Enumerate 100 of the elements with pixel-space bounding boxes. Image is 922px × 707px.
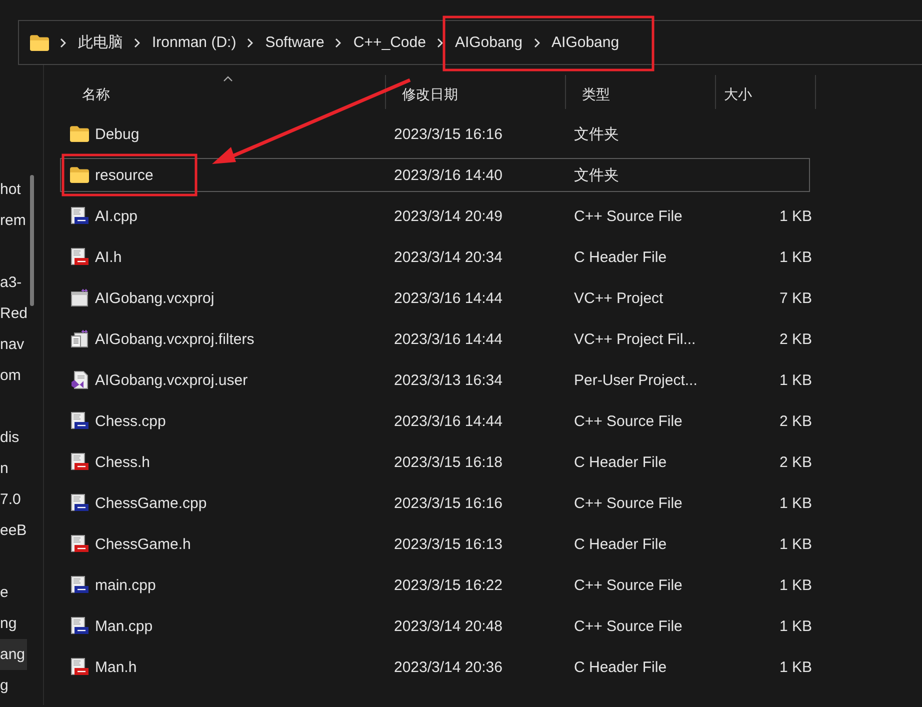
cpp-file-icon	[70, 617, 89, 635]
breadcrumb[interactable]: 此电脑	[78, 33, 123, 52]
sidebar-item[interactable]: eeB	[0, 515, 29, 546]
user-file-icon	[70, 371, 89, 389]
address-bar[interactable]: 此电脑 Ironman (D:) Software C++_Code AIGobang AIGobang	[18, 20, 922, 65]
cpp-file-icon	[70, 576, 89, 594]
file-row[interactable]: Chess.h 2023/3/15 16:18 C Header File 2 KB	[60, 445, 810, 479]
sidebar-item[interactable]: rem	[0, 205, 28, 236]
file-name: AI.h	[95, 248, 122, 266]
file-name: ChessGame.h	[95, 536, 191, 552]
breadcrumb[interactable]: Software	[265, 34, 324, 51]
header-file-icon	[70, 535, 89, 553]
column-header[interactable]: 大小	[716, 75, 816, 109]
chevron-icon[interactable]	[436, 38, 443, 48]
column-header[interactable]: 名称	[60, 75, 386, 109]
folder-icon	[30, 34, 49, 50]
modified-date: 2023/3/15 16:16	[393, 126, 504, 142]
file-row[interactable]: ChessGame.h 2023/3/15 16:13 C Header File 1 KB	[60, 527, 810, 561]
folder-icon	[70, 166, 89, 184]
chevron-icon[interactable]	[60, 38, 66, 48]
file-type: C++ Source File	[573, 576, 684, 594]
file-row[interactable]: AIGobang.vcxproj.user 2023/3/13 16:34 Per-User Project... 1 KB	[60, 363, 810, 397]
file-row[interactable]: AIGobang.vcxproj.filters 2023/3/16 14:44 VC++ Project Fil... 2 KB	[60, 322, 810, 356]
cpp-file-icon	[70, 207, 89, 225]
sidebar-item[interactable]: om	[0, 360, 23, 391]
header-file-icon	[70, 453, 89, 471]
file-type: VC++ Project Fil...	[573, 330, 697, 348]
file-type: C++ Source File	[573, 412, 684, 430]
sidebar-item[interactable]: ng	[0, 608, 22, 639]
file-type: VC++ Project	[573, 290, 664, 306]
modified-date: 2023/3/15 16:16	[393, 494, 504, 512]
file-type: C Header File	[573, 536, 668, 552]
file-size: 1 KB	[779, 248, 812, 266]
file-size: 2 KB	[779, 330, 812, 348]
chevron-icon[interactable]	[335, 38, 342, 48]
file-name: AIGobang.vcxproj.filters	[95, 330, 254, 348]
file-size: 1 KB	[779, 618, 812, 634]
file-size: 2 KB	[779, 412, 812, 430]
file-size: 1 KB	[779, 208, 812, 224]
breadcrumb[interactable]: C++_Code	[353, 34, 426, 51]
sidebar-item[interactable]: dis	[0, 422, 22, 453]
sidebar-item[interactable]: nav	[0, 329, 26, 360]
modified-date: 2023/3/16 14:40	[393, 166, 504, 184]
folder-icon	[70, 125, 89, 143]
cpp-file-icon	[70, 494, 89, 512]
scrollbar[interactable]	[30, 175, 34, 306]
modified-date: 2023/3/14 20:49	[393, 208, 504, 224]
sidebar-item[interactable]: 7.0	[0, 484, 23, 515]
file-name: Chess.cpp	[95, 412, 166, 430]
file-name: Man.h	[95, 658, 137, 676]
breadcrumb[interactable]: Ironman (D:)	[152, 34, 236, 51]
modified-date: 2023/3/14 20:48	[393, 618, 504, 634]
column-header[interactable]: 类型	[566, 75, 716, 109]
file-size: 1 KB	[779, 576, 812, 594]
file-type: 文件夹	[573, 166, 620, 184]
file-size: 1 KB	[779, 494, 812, 512]
file-row[interactable]: Debug 2023/3/15 16:16 文件夹	[60, 117, 810, 151]
file-type: C++ Source File	[573, 494, 684, 512]
modified-date: 2023/3/14 20:34	[393, 248, 504, 266]
sidebar-item[interactable]: g	[0, 670, 22, 701]
file-row[interactable]: Man.h 2023/3/14 20:36 C Header File 1 KB	[60, 650, 810, 684]
file-name: Chess.h	[95, 454, 150, 470]
file-size: 7 KB	[779, 290, 812, 306]
file-name: Debug	[95, 126, 140, 142]
sidebar-item[interactable]: a3-	[0, 267, 24, 298]
file-size: 1 KB	[779, 658, 812, 676]
file-row[interactable]: AIGobang.vcxproj 2023/3/16 14:44 VC++ Project 7 KB	[60, 281, 810, 315]
file-row[interactable]: ChessGame.cpp 2023/3/15 16:16 C++ Source File 1 KB	[60, 486, 810, 520]
sidebar-item[interactable]: Red	[0, 298, 30, 329]
file-name: main.cpp	[95, 576, 156, 594]
modified-date: 2023/3/15 16:13	[393, 536, 504, 552]
file-row[interactable]: Man.cpp 2023/3/14 20:48 C++ Source File 1 KB	[60, 609, 810, 643]
column-header[interactable]: 修改日期	[386, 75, 566, 109]
sidebar-item[interactable]: n	[0, 453, 22, 484]
file-row[interactable]: resource 2023/3/16 14:40 文件夹	[60, 158, 810, 192]
sort-caret-icon[interactable]	[222, 76, 232, 82]
breadcrumb[interactable]: AIGobang	[454, 34, 523, 51]
modified-date: 2023/3/15 16:22	[393, 576, 504, 594]
file-row[interactable]: Chess.cpp 2023/3/16 14:44 C++ Source File 2 KB	[60, 404, 810, 438]
sidebar-item[interactable]: e	[0, 577, 22, 608]
header-file-icon	[70, 248, 89, 266]
file-name: resource	[95, 166, 154, 184]
chevron-icon[interactable]	[134, 38, 140, 48]
filter-file-icon	[70, 330, 89, 348]
file-row[interactable]: AI.h 2023/3/14 20:34 C Header File 1 KB	[60, 240, 810, 274]
file-name: Man.cpp	[95, 618, 153, 634]
file-row[interactable]: AI.cpp 2023/3/14 20:49 C++ Source File 1 KB	[60, 199, 810, 233]
file-row[interactable]: main.cpp 2023/3/15 16:22 C++ Source File 1 KB	[60, 568, 810, 602]
breadcrumb[interactable]: AIGobang	[552, 34, 620, 51]
sidebar-item[interactable]: hot	[0, 174, 23, 205]
chevron-icon[interactable]	[247, 38, 254, 48]
file-name: AI.cpp	[95, 208, 138, 224]
sidebar-item[interactable]: ang	[0, 639, 28, 670]
file-size: 1 KB	[779, 536, 812, 552]
header-file-icon	[70, 658, 89, 676]
file-type: C++ Source File	[573, 208, 684, 224]
chevron-icon[interactable]	[534, 38, 540, 48]
file-size: 2 KB	[779, 454, 812, 470]
cpp-file-icon	[70, 412, 89, 430]
file-type: C++ Source File	[573, 618, 684, 634]
